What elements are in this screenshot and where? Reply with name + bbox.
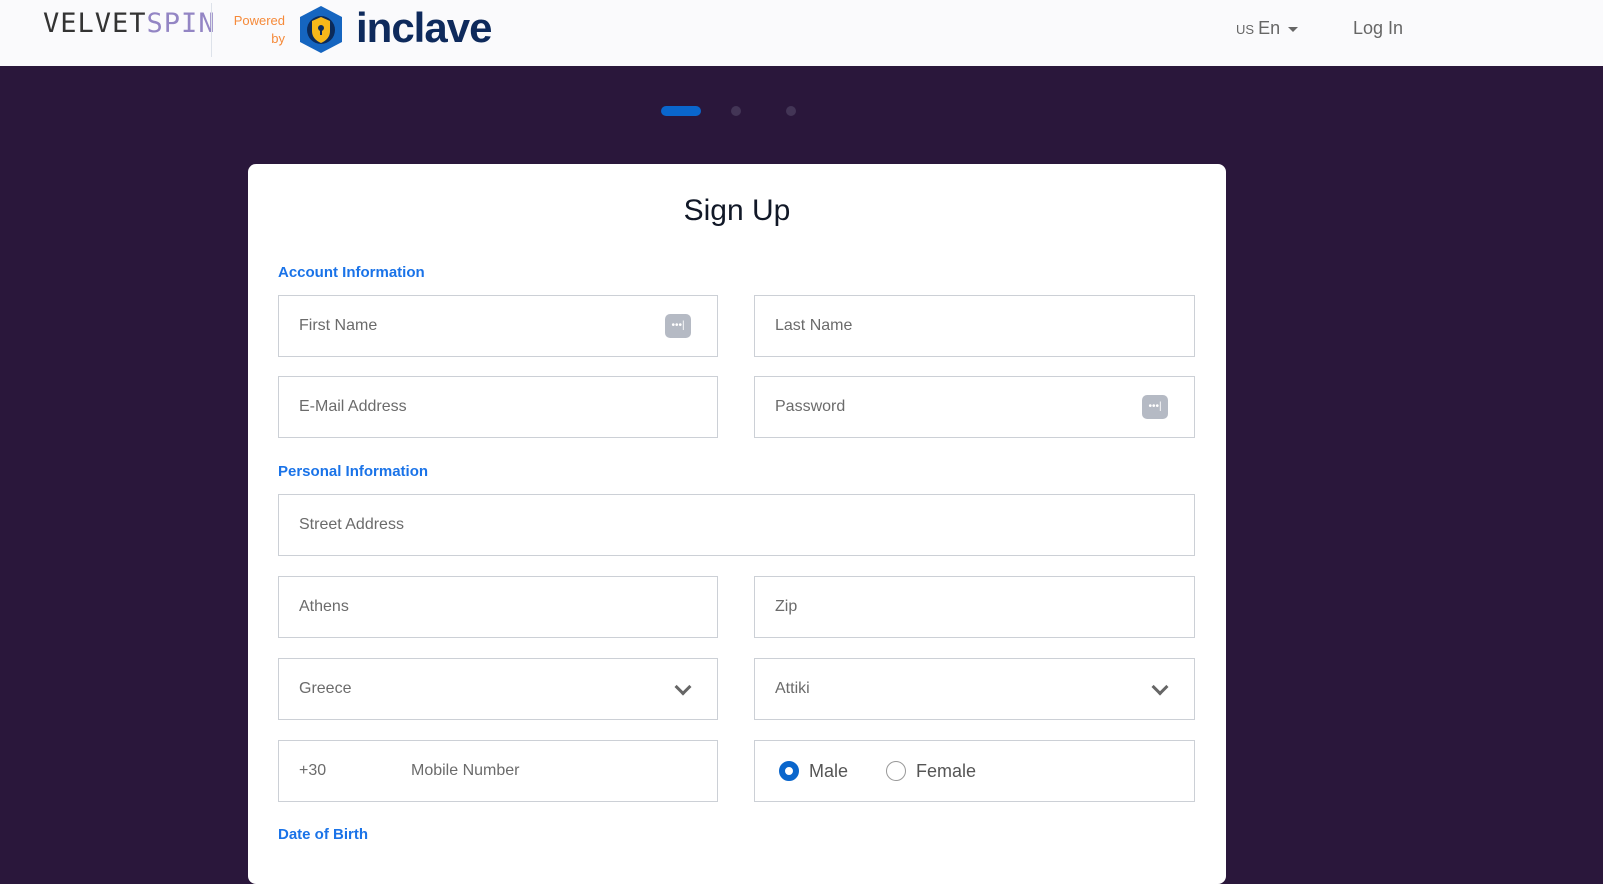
step-indicator-1 bbox=[661, 106, 701, 116]
password-input[interactable]: Password •••| bbox=[754, 376, 1195, 438]
login-link[interactable]: Log In bbox=[1353, 18, 1403, 39]
section-personal: Personal Information bbox=[278, 463, 429, 480]
page-title: Sign Up bbox=[683, 194, 791, 227]
mobile-input[interactable]: +30 Mobile Number bbox=[278, 740, 718, 802]
velvet-spin-logo[interactable]: VELVETSPIN bbox=[43, 8, 216, 39]
language-selector[interactable]: US En bbox=[1236, 18, 1299, 39]
step-indicator-3 bbox=[786, 106, 796, 116]
divider bbox=[211, 3, 212, 57]
phone-code[interactable]: +30 bbox=[299, 762, 411, 780]
password-manager-icon[interactable]: •••| bbox=[1142, 395, 1168, 419]
section-account: Account Information bbox=[278, 264, 425, 281]
radio-female[interactable] bbox=[886, 761, 907, 781]
step-indicator-2 bbox=[731, 106, 741, 116]
chevron-down-icon bbox=[674, 678, 692, 696]
email-input[interactable]: E-Mail Address bbox=[278, 376, 718, 438]
radio-male[interactable] bbox=[779, 761, 799, 781]
last-name-input[interactable]: Last Name bbox=[754, 295, 1195, 357]
region-select[interactable]: Attiki bbox=[754, 658, 1195, 720]
street-address-input[interactable]: Street Address bbox=[278, 494, 1195, 556]
inclave-shield-icon bbox=[300, 6, 342, 53]
chevron-down-icon bbox=[1151, 678, 1169, 696]
signup-card: Sign Up Account Information First Name ••… bbox=[248, 164, 1226, 884]
password-manager-icon[interactable]: •••| bbox=[665, 314, 691, 338]
header: VELVETSPIN Powered by inclave US En Log I… bbox=[0, 0, 1603, 66]
first-name-input[interactable]: First Name •••| bbox=[278, 295, 718, 357]
country-select[interactable]: Greece bbox=[278, 658, 718, 720]
powered-by-label: Powered by bbox=[233, 13, 285, 46]
gender-radio-group: Male Female bbox=[754, 740, 1195, 802]
city-input[interactable]: Athens bbox=[278, 576, 718, 638]
caret-down-icon bbox=[1288, 26, 1299, 32]
zip-input[interactable]: Zip bbox=[754, 576, 1195, 638]
inclave-logo: inclave bbox=[356, 4, 492, 51]
section-dob: Date of Birth bbox=[278, 826, 368, 843]
